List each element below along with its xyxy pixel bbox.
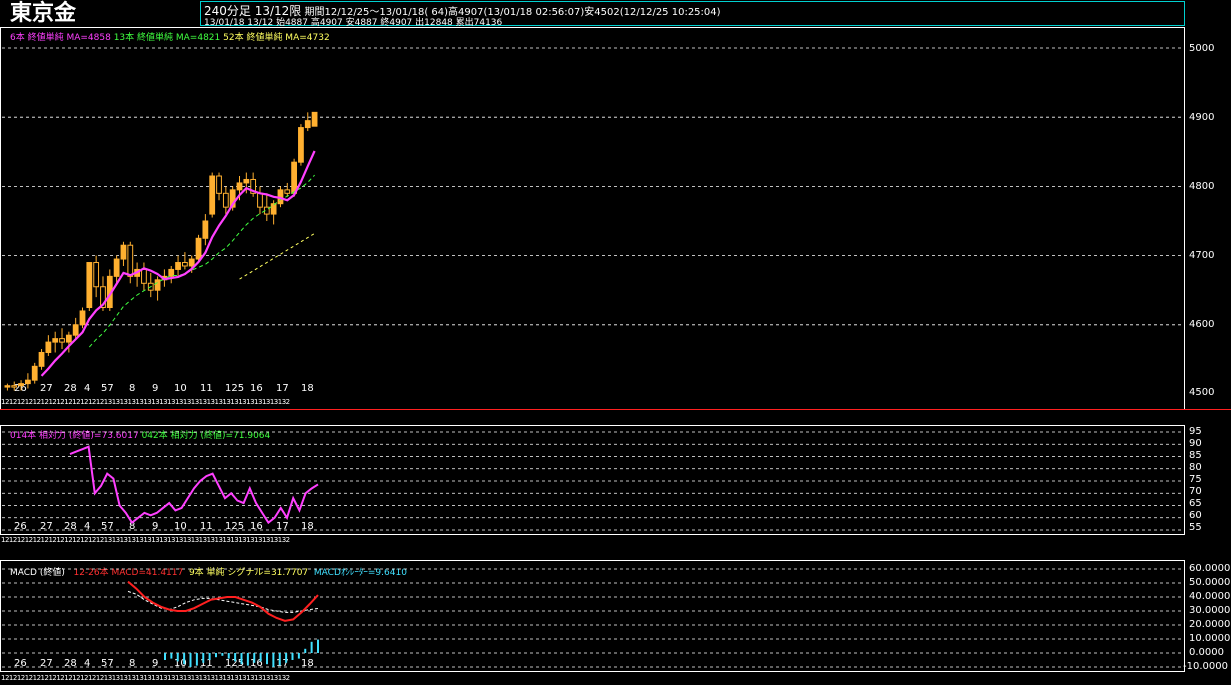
candle-body — [216, 175, 222, 194]
candle-body — [72, 324, 79, 336]
ma52-line — [239, 233, 315, 280]
candle-body — [127, 244, 134, 277]
candle-body — [86, 262, 93, 308]
candle-body — [298, 127, 304, 163]
candle-body — [38, 351, 45, 367]
candle-body — [4, 385, 11, 388]
candle-body — [168, 268, 175, 277]
candle-body — [257, 192, 263, 208]
candle-body — [175, 262, 181, 270]
signal-line — [127, 590, 319, 613]
candle-body — [79, 310, 86, 326]
candle-body — [270, 203, 277, 215]
candle-body — [284, 189, 291, 194]
candle-body — [291, 161, 297, 194]
candle-body — [25, 379, 31, 385]
candle-body — [202, 220, 209, 239]
candle-body — [52, 338, 59, 343]
candle-body — [311, 111, 318, 127]
candle-body — [154, 279, 161, 291]
candle-body — [65, 334, 72, 343]
candle-body — [209, 175, 216, 215]
macd-line — [127, 580, 319, 622]
candle-body — [18, 383, 24, 387]
rsi-line — [69, 445, 319, 525]
candle-body — [11, 385, 18, 388]
candle-body — [45, 341, 52, 353]
candle-body — [243, 178, 250, 184]
candle-body — [59, 338, 65, 343]
candle-body — [113, 258, 120, 277]
candle-body — [222, 192, 229, 208]
candle-body — [188, 258, 195, 267]
candle-body — [304, 120, 311, 129]
candle-body — [236, 182, 243, 191]
candle-body — [93, 262, 100, 288]
candle-body — [195, 237, 202, 260]
candle-body — [31, 365, 38, 381]
candle-body — [120, 244, 127, 260]
candle-body — [182, 262, 188, 267]
candle-body — [141, 268, 147, 284]
chart-canvas — [2, 47, 1183, 668]
